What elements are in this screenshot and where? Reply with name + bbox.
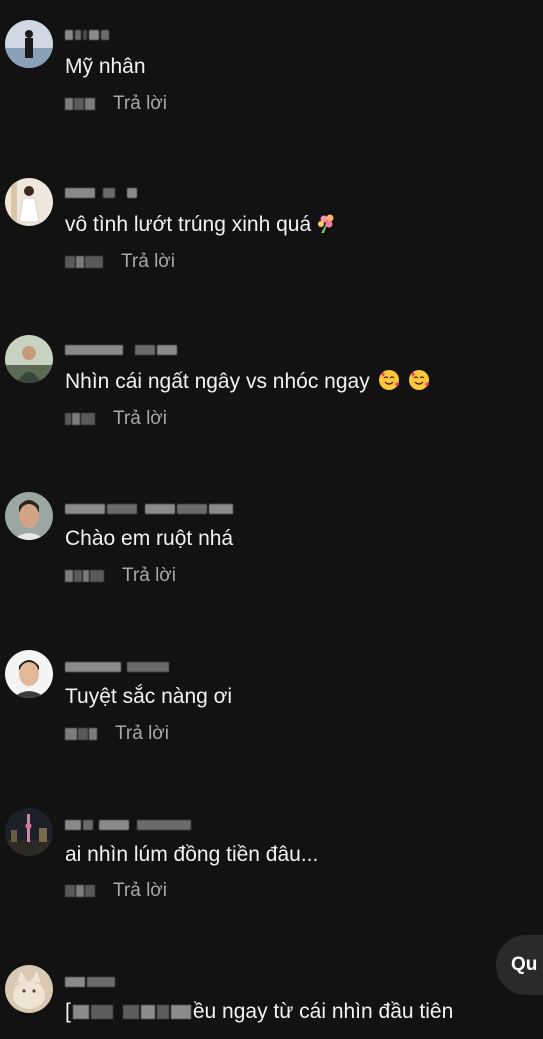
- user-avatar[interactable]: [5, 178, 53, 226]
- username-redacted[interactable]: [65, 975, 115, 989]
- young-man-selfie-avatar: [5, 492, 53, 540]
- man-outdoor-avatar: [5, 335, 53, 383]
- user-avatar[interactable]: [5, 650, 53, 698]
- timestamp-redacted: [65, 413, 95, 425]
- girl-white-dress-avatar: [5, 178, 53, 226]
- smiling-face-with-hearts-emoji: [378, 370, 399, 390]
- reply-button[interactable]: Trả lời: [113, 408, 167, 430]
- cat-avatar: [5, 965, 53, 1013]
- comment-meta: Trả lời: [65, 565, 176, 587]
- user-avatar[interactable]: [5, 965, 53, 1013]
- timestamp-redacted: [65, 98, 95, 110]
- comment-text: Nhìn cái ngất ngây vs nhóc ngay: [65, 369, 430, 395]
- comment-text: ai nhìn lúm đồng tiền đâu...: [65, 843, 319, 866]
- reply-button[interactable]: Trả lời: [122, 565, 176, 587]
- reply-button[interactable]: Trả lời: [113, 93, 167, 115]
- comment-meta: Trả lời: [65, 408, 167, 430]
- username-redacted[interactable]: [65, 343, 177, 357]
- comment-text: [ều ngay từ cái nhìn đầu tiên: [65, 1000, 454, 1023]
- man-standing-photo-avatar: [5, 20, 53, 68]
- username-redacted[interactable]: [65, 660, 169, 674]
- smiling-face-with-hearts-emoji: [408, 370, 429, 390]
- user-avatar[interactable]: [5, 335, 53, 383]
- comment-meta: Trả lời: [65, 93, 167, 115]
- comment-text: Chào em ruột nhá: [65, 527, 234, 550]
- comment-text: Tuyệt sắc nàng ơi: [65, 685, 233, 708]
- comment-text: Mỹ nhân: [65, 55, 146, 78]
- comment-meta: Trả lời: [65, 723, 169, 745]
- reply-button[interactable]: Trả lời: [121, 251, 175, 273]
- bouquet-emoji: [318, 214, 334, 233]
- timestamp-redacted: [65, 885, 95, 897]
- username-redacted[interactable]: [65, 502, 233, 516]
- city-night-avatar: [5, 808, 53, 856]
- user-avatar[interactable]: [5, 808, 53, 856]
- comment-list: Mỹ nhân Trả lời vô tình lướt trúng xinh …: [0, 0, 543, 1039]
- reply-button[interactable]: Trả lời: [113, 880, 167, 902]
- username-redacted[interactable]: [65, 818, 191, 832]
- comment-meta: Trả lời: [65, 880, 167, 902]
- user-avatar[interactable]: [5, 492, 53, 540]
- timestamp-redacted: [65, 570, 104, 582]
- username-redacted[interactable]: [65, 28, 109, 42]
- username-redacted[interactable]: [65, 186, 137, 200]
- redacted-text: [72, 1005, 191, 1020]
- timestamp-redacted: [65, 256, 103, 268]
- user-avatar[interactable]: [5, 20, 53, 68]
- comment-text: vô tình lướt trúng xinh quá: [65, 212, 337, 238]
- boy-portrait-avatar: [5, 650, 53, 698]
- reply-button[interactable]: Trả lời: [115, 723, 169, 745]
- timestamp-redacted: [65, 728, 97, 740]
- comment-meta: Trả lời: [65, 251, 175, 273]
- floating-pill-button[interactable]: Qu: [496, 935, 543, 995]
